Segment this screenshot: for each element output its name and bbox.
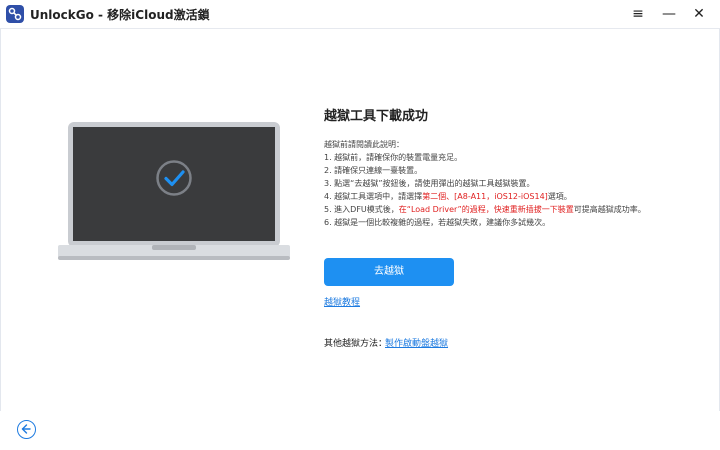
check-circle-icon (156, 160, 192, 196)
step-5-text: 5. 進入DFU模式後， (324, 205, 399, 214)
back-arrow-icon (21, 424, 31, 434)
instruction-step-2: 2. 請確保只連線一臺裝置。 (324, 166, 423, 175)
step-4-highlight: 第二個、[A8-A11，iOS12-iOS14] (422, 192, 548, 201)
jailbreak-tutorial-link[interactable]: 越獄教程 (324, 295, 360, 308)
menu-icon[interactable]: ≡ (627, 3, 649, 25)
step-5-suffix: 可提高越獄成功率。 (573, 205, 646, 214)
instructions-intro: 越獄前請閱讀此說明： (324, 140, 404, 149)
instruction-step-3: 3. 點選“去越獄”按鈕後，請使用彈出的越獄工具越獄裝置。 (324, 179, 535, 188)
other-methods-label: 其他越獄方法： (324, 339, 388, 349)
app-title: UnlockGo - 移除iCloud激活鎖 (30, 8, 210, 22)
laptop-illustration (58, 122, 290, 264)
jailbreak-button[interactable]: 去越獄 (324, 258, 454, 286)
back-button[interactable] (17, 420, 36, 439)
instruction-step-6: 6. 越獄是一個比較複雜的過程，若越獄失敗，建議你多試幾次。 (324, 218, 551, 227)
step-5-highlight: 在“Load Driver”的過程，快速重新插拔一下裝置 (398, 205, 574, 214)
footer-bar (0, 411, 720, 450)
page-title: 越獄工具下載成功 (324, 109, 429, 124)
title-bar: UnlockGo - 移除iCloud激活鎖 ≡ — ✕ (0, 0, 720, 28)
instruction-step-1: 1. 越獄前，請確保你的裝置電量充足。 (324, 153, 463, 162)
app-logo-icon (6, 5, 24, 23)
step-4-suffix: 選項。 (547, 192, 572, 201)
minimize-icon[interactable]: — (658, 3, 680, 25)
boot-disk-jailbreak-link[interactable]: 製作啟動盤越獄 (385, 336, 448, 349)
instruction-step-4: 4. 越獄工具選項中，請選擇第二個、[A8-A11，iOS12-iOS14]選項… (324, 191, 572, 202)
step-4-text: 4. 越獄工具選項中，請選擇 (324, 192, 423, 201)
close-icon[interactable]: ✕ (688, 3, 710, 25)
instruction-step-5: 5. 進入DFU模式後，在“Load Driver”的過程，快速重新插拔一下裝置… (324, 204, 646, 215)
